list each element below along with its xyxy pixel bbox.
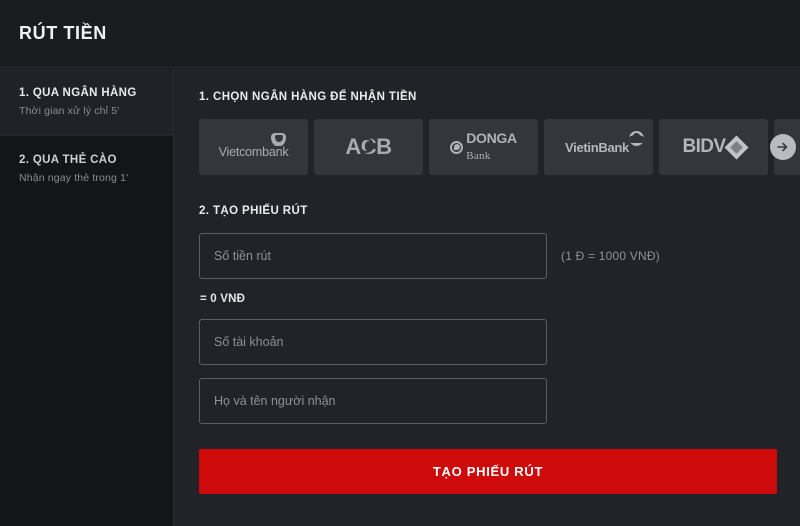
donga-logo-text: DONGA Bank xyxy=(466,131,517,163)
vietcombank-logo: Vietcombank xyxy=(218,132,289,159)
bank-tile-vietinbank[interactable]: VietinBank xyxy=(544,119,653,175)
acb-logo: ACB xyxy=(345,134,392,160)
account-field-row xyxy=(199,319,800,365)
bidv-logo-text: BIDV xyxy=(682,136,727,157)
vietinbank-logo-text: VietinBank xyxy=(565,139,629,155)
vietinbank-mark-icon xyxy=(628,130,644,146)
sidebar-item-bank-subtitle: Thời gian xử lý chỉ 5' xyxy=(19,105,120,117)
exchange-rate-hint: (1 Đ = 1000 VNĐ) xyxy=(561,249,660,263)
recipient-field-row xyxy=(199,378,800,424)
bidv-diamond-icon xyxy=(723,134,749,160)
donga-logo: DONGA Bank xyxy=(450,131,517,163)
account-number-input[interactable] xyxy=(199,319,547,365)
donga-logo-line1: DONGA xyxy=(466,130,517,146)
sidebar-item-scratchcard-title: 2. QUA THẺ CÀO xyxy=(19,154,117,166)
bank-tile-bidv[interactable]: BIDV xyxy=(659,119,768,175)
bank-tile-donga[interactable]: DONGA Bank xyxy=(429,119,538,175)
arrow-right-icon[interactable] xyxy=(770,134,796,160)
step1-label: 1. CHỌN NGÂN HÀNG ĐỂ NHẬN TIỀN xyxy=(199,91,417,103)
create-withdraw-button[interactable]: TẠO PHIẾU RÚT xyxy=(199,449,777,494)
sidebar: 1. QUA NGÂN HÀNG Thời gian xử lý chỉ 5' … xyxy=(0,69,174,526)
page-title: RÚT TIỀN xyxy=(19,23,107,43)
recipient-name-input[interactable] xyxy=(199,378,547,424)
page-header: RÚT TIỀN xyxy=(0,0,800,68)
bidv-logo: BIDV xyxy=(682,134,749,160)
sidebar-item-bank[interactable]: 1. QUA NGÂN HÀNG Thời gian xử lý chỉ 5' xyxy=(0,69,173,136)
sidebar-item-bank-title: 1. QUA NGÂN HÀNG xyxy=(19,87,137,99)
bank-tile-vietcombank[interactable]: Vietcombank xyxy=(199,119,308,175)
withdraw-page: RÚT TIỀN 1. QUA NGÂN HÀNG Thời gian xử l… xyxy=(0,0,800,526)
donga-mark-icon xyxy=(450,140,464,154)
bank-tile-list: Vietcombank ACB DONGA Bank VietinBank BI… xyxy=(199,119,800,175)
field-spacer xyxy=(199,365,800,378)
amount-field-row: (1 Đ = 1000 VNĐ) xyxy=(199,233,800,279)
vietinbank-logo: VietinBank xyxy=(565,130,644,155)
main-content: 1. CHỌN NGÂN HÀNG ĐỂ NHẬN TIỀN Vietcomba… xyxy=(174,69,800,526)
bank-selector: Vietcombank ACB DONGA Bank VietinBank BI… xyxy=(199,119,800,175)
amount-input[interactable] xyxy=(199,233,547,279)
donga-logo-line2: Bank xyxy=(466,150,491,162)
page-body: 1. QUA NGÂN HÀNG Thời gian xử lý chỉ 5' … xyxy=(0,69,800,526)
bank-tile-acb[interactable]: ACB xyxy=(314,119,423,175)
sidebar-item-scratchcard[interactable]: 2. QUA THẺ CÀO Nhận ngay thẻ trong 1' xyxy=(0,136,173,203)
step2-label: 2. TẠO PHIẾU RÚT xyxy=(199,205,308,217)
sidebar-item-scratchcard-subtitle: Nhận ngay thẻ trong 1' xyxy=(19,172,129,184)
vietcombank-logo-text: Vietcombank xyxy=(218,144,289,159)
converted-amount: = 0 VNĐ xyxy=(200,293,246,305)
